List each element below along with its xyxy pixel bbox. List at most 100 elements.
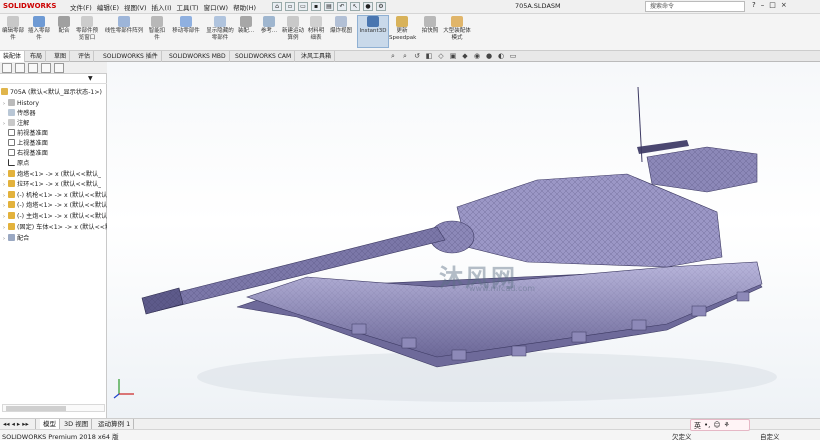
undo-icon[interactable]: ↶ <box>337 2 347 11</box>
zoom-to-fit-icon[interactable]: ⌕ <box>388 52 398 61</box>
assembly-features-button[interactable]: 装配... <box>237 16 255 35</box>
menu-file[interactable]: 文件(F) <box>70 2 92 12</box>
select-icon[interactable]: ↖ <box>350 2 360 11</box>
smart-fasteners-button[interactable]: 智能扣件 <box>148 16 166 42</box>
close-button[interactable]: × <box>781 1 787 9</box>
tab-sketch[interactable]: 草图 <box>51 51 71 62</box>
ime-emoji-icon[interactable]: ☺ <box>713 421 720 429</box>
show-hidden-components-button[interactable]: 显示隐藏的零部件 <box>205 16 235 42</box>
open-file-icon[interactable]: ▭ <box>298 2 308 11</box>
zoom-area-icon[interactable]: ⌕ <box>400 52 410 61</box>
tree-item-annotations[interactable]: › 注解 <box>3 119 29 129</box>
bom-icon <box>310 16 322 27</box>
part-icon <box>8 170 15 177</box>
print-icon[interactable]: ▤ <box>324 2 334 11</box>
bill-of-materials-button[interactable]: 材料明细表 <box>306 16 326 42</box>
edit-component-button[interactable]: 编辑零部件 <box>2 16 24 42</box>
view-settings-icon[interactable]: ▭ <box>508 52 518 61</box>
tree-item-component[interactable]: › (固定) 车体<1> -> x (默认<<默认 <box>3 223 117 233</box>
search-input[interactable]: 搜索命令 <box>645 1 745 12</box>
tab-layout[interactable]: 布局 <box>27 51 47 62</box>
tree-item-sensors[interactable]: 传感器 <box>3 109 36 119</box>
tree-item-origin[interactable]: 原点 <box>3 159 29 169</box>
part-icon <box>8 201 15 208</box>
tree-item-history[interactable]: › History <box>3 99 39 109</box>
section-view-icon[interactable]: ◧ <box>424 52 434 61</box>
menu-view[interactable]: 视图(V) <box>124 2 147 12</box>
large-assembly-mode-button[interactable]: 大型装配体模式 <box>443 16 471 42</box>
exploded-view-button[interactable]: 爆炸视图 <box>328 16 354 35</box>
tree-item-top-plane[interactable]: 上视基准面 <box>3 139 48 149</box>
tab-cam[interactable]: SOLIDWORKS CAM <box>232 51 296 62</box>
dynamic-annotation-icon[interactable]: ◇ <box>436 52 446 61</box>
tree-item-component[interactable]: › (-) 机枪<1> -> x (默认<<默认 <box>3 191 107 201</box>
exploded-view-icon <box>335 16 347 27</box>
graphics-viewport[interactable]: 沐风网 www.mfcad.com <box>107 62 820 418</box>
tree-item-component[interactable]: › 拉环<1> -> x (默认<<默认_ <box>3 180 101 190</box>
tree-item-component[interactable]: › 炮塔<1> -> x (默认<<默认_ <box>3 170 101 180</box>
minimize-button[interactable]: – <box>761 1 765 9</box>
move-component-button[interactable]: 移动零部件 <box>170 16 202 35</box>
new-file-icon[interactable]: ▫ <box>285 2 295 11</box>
rebuild-icon[interactable]: ● <box>363 2 373 11</box>
tree-item-component[interactable]: › (-) 主炮<1> -> x (默认<<默认 <box>3 212 107 222</box>
window-controls: ? – □ × <box>752 1 787 9</box>
view-orientation-icon[interactable]: ▣ <box>448 52 458 61</box>
tank-model[interactable] <box>107 62 820 418</box>
fastener-icon <box>151 16 163 27</box>
tab-addins[interactable]: SOLIDWORKS 插件 <box>100 51 162 62</box>
restore-button[interactable]: □ <box>769 1 776 9</box>
tree-item-right-plane[interactable]: 右视基准面 <box>3 149 48 159</box>
tab-assembly[interactable]: 装配体 <box>0 51 26 62</box>
dimxpert-icon[interactable] <box>41 63 51 73</box>
edit-appearance-icon[interactable]: ● <box>484 52 494 61</box>
hide-show-items-icon[interactable]: ◉ <box>472 52 482 61</box>
tab-mufeng-toolbox[interactable]: 沐风工具箱 <box>298 51 336 62</box>
help-icon[interactable]: ? <box>752 1 756 9</box>
options-icon[interactable]: ⚙ <box>376 2 386 11</box>
instant3d-button[interactable]: Instant3D <box>357 15 389 48</box>
display-manager-icon[interactable] <box>54 63 64 73</box>
origin-icon <box>8 159 15 166</box>
update-speedpak-button[interactable]: 更新Speedpak <box>389 16 416 42</box>
menu-help[interactable]: 帮助(H) <box>233 2 256 12</box>
insert-component-button[interactable]: 插入零部件 <box>26 16 52 42</box>
quick-access-toolbar: ⌂ ▫ ▭ ▪ ▤ ↶ ↖ ● ⚙ <box>272 2 386 11</box>
component-preview-button[interactable]: 零部件预览窗口 <box>74 16 100 42</box>
save-icon[interactable]: ▪ <box>311 2 321 11</box>
command-manager-ribbon: 编辑零部件 插入零部件 配合 零部件预览窗口 线性零部件阵列 智能扣件 移动零部… <box>0 14 820 51</box>
motion-study-icon <box>287 16 299 27</box>
solidworks-logo[interactable]: SOLIDWORKS <box>3 2 56 10</box>
new-motion-study-button[interactable]: 新建运动算例 <box>282 16 304 42</box>
display-style-icon[interactable]: ◆ <box>460 52 470 61</box>
filter-icon[interactable]: ▼ <box>88 75 93 82</box>
apply-scene-icon[interactable]: ◐ <box>496 52 506 61</box>
tree-item-front-plane[interactable]: 前视基准面 <box>3 129 48 139</box>
tree-root[interactable]: 705A (默认<默认_显示状态-1>) <box>1 88 102 98</box>
tab-evaluate[interactable]: 评估 <box>75 51 95 62</box>
menu-window[interactable]: 窗口(W) <box>204 2 229 12</box>
home-icon[interactable]: ⌂ <box>272 2 282 11</box>
menu-edit[interactable]: 编辑(E) <box>97 2 119 12</box>
scrollbar-thumb[interactable] <box>6 406 66 411</box>
sensor-icon <box>8 109 15 116</box>
ime-language[interactable]: 英 <box>694 421 701 430</box>
ime-skin-icon[interactable]: ⚘ <box>724 421 730 429</box>
previous-view-icon[interactable]: ↺ <box>412 52 422 61</box>
tab-mbd[interactable]: SOLIDWORKS MBD <box>166 51 230 62</box>
show-hidden-icon <box>214 16 226 27</box>
configuration-manager-icon[interactable] <box>28 63 38 73</box>
reference-geometry-button[interactable]: 参考... <box>259 16 279 35</box>
ime-toolbar[interactable]: 英 •, ☺ ⚘ <box>690 419 750 431</box>
feature-manager-icon[interactable] <box>2 63 12 73</box>
menu-insert[interactable]: 插入(I) <box>152 2 172 12</box>
tree-item-mates[interactable]: › 配合 <box>3 234 29 244</box>
mate-button[interactable]: 配合 <box>56 16 72 35</box>
take-snapshot-button[interactable]: 拍快照 <box>420 16 440 35</box>
horizontal-scrollbar[interactable] <box>2 404 105 412</box>
tree-item-component[interactable]: › (-) 炮塔<1> -> x (默认<<默认 <box>3 201 107 211</box>
ime-punctuation-icon[interactable]: •, <box>704 421 710 429</box>
menu-tools[interactable]: 工具(T) <box>177 2 199 12</box>
linear-pattern-button[interactable]: 线性零部件阵列 <box>104 16 144 35</box>
property-manager-icon[interactable] <box>15 63 25 73</box>
